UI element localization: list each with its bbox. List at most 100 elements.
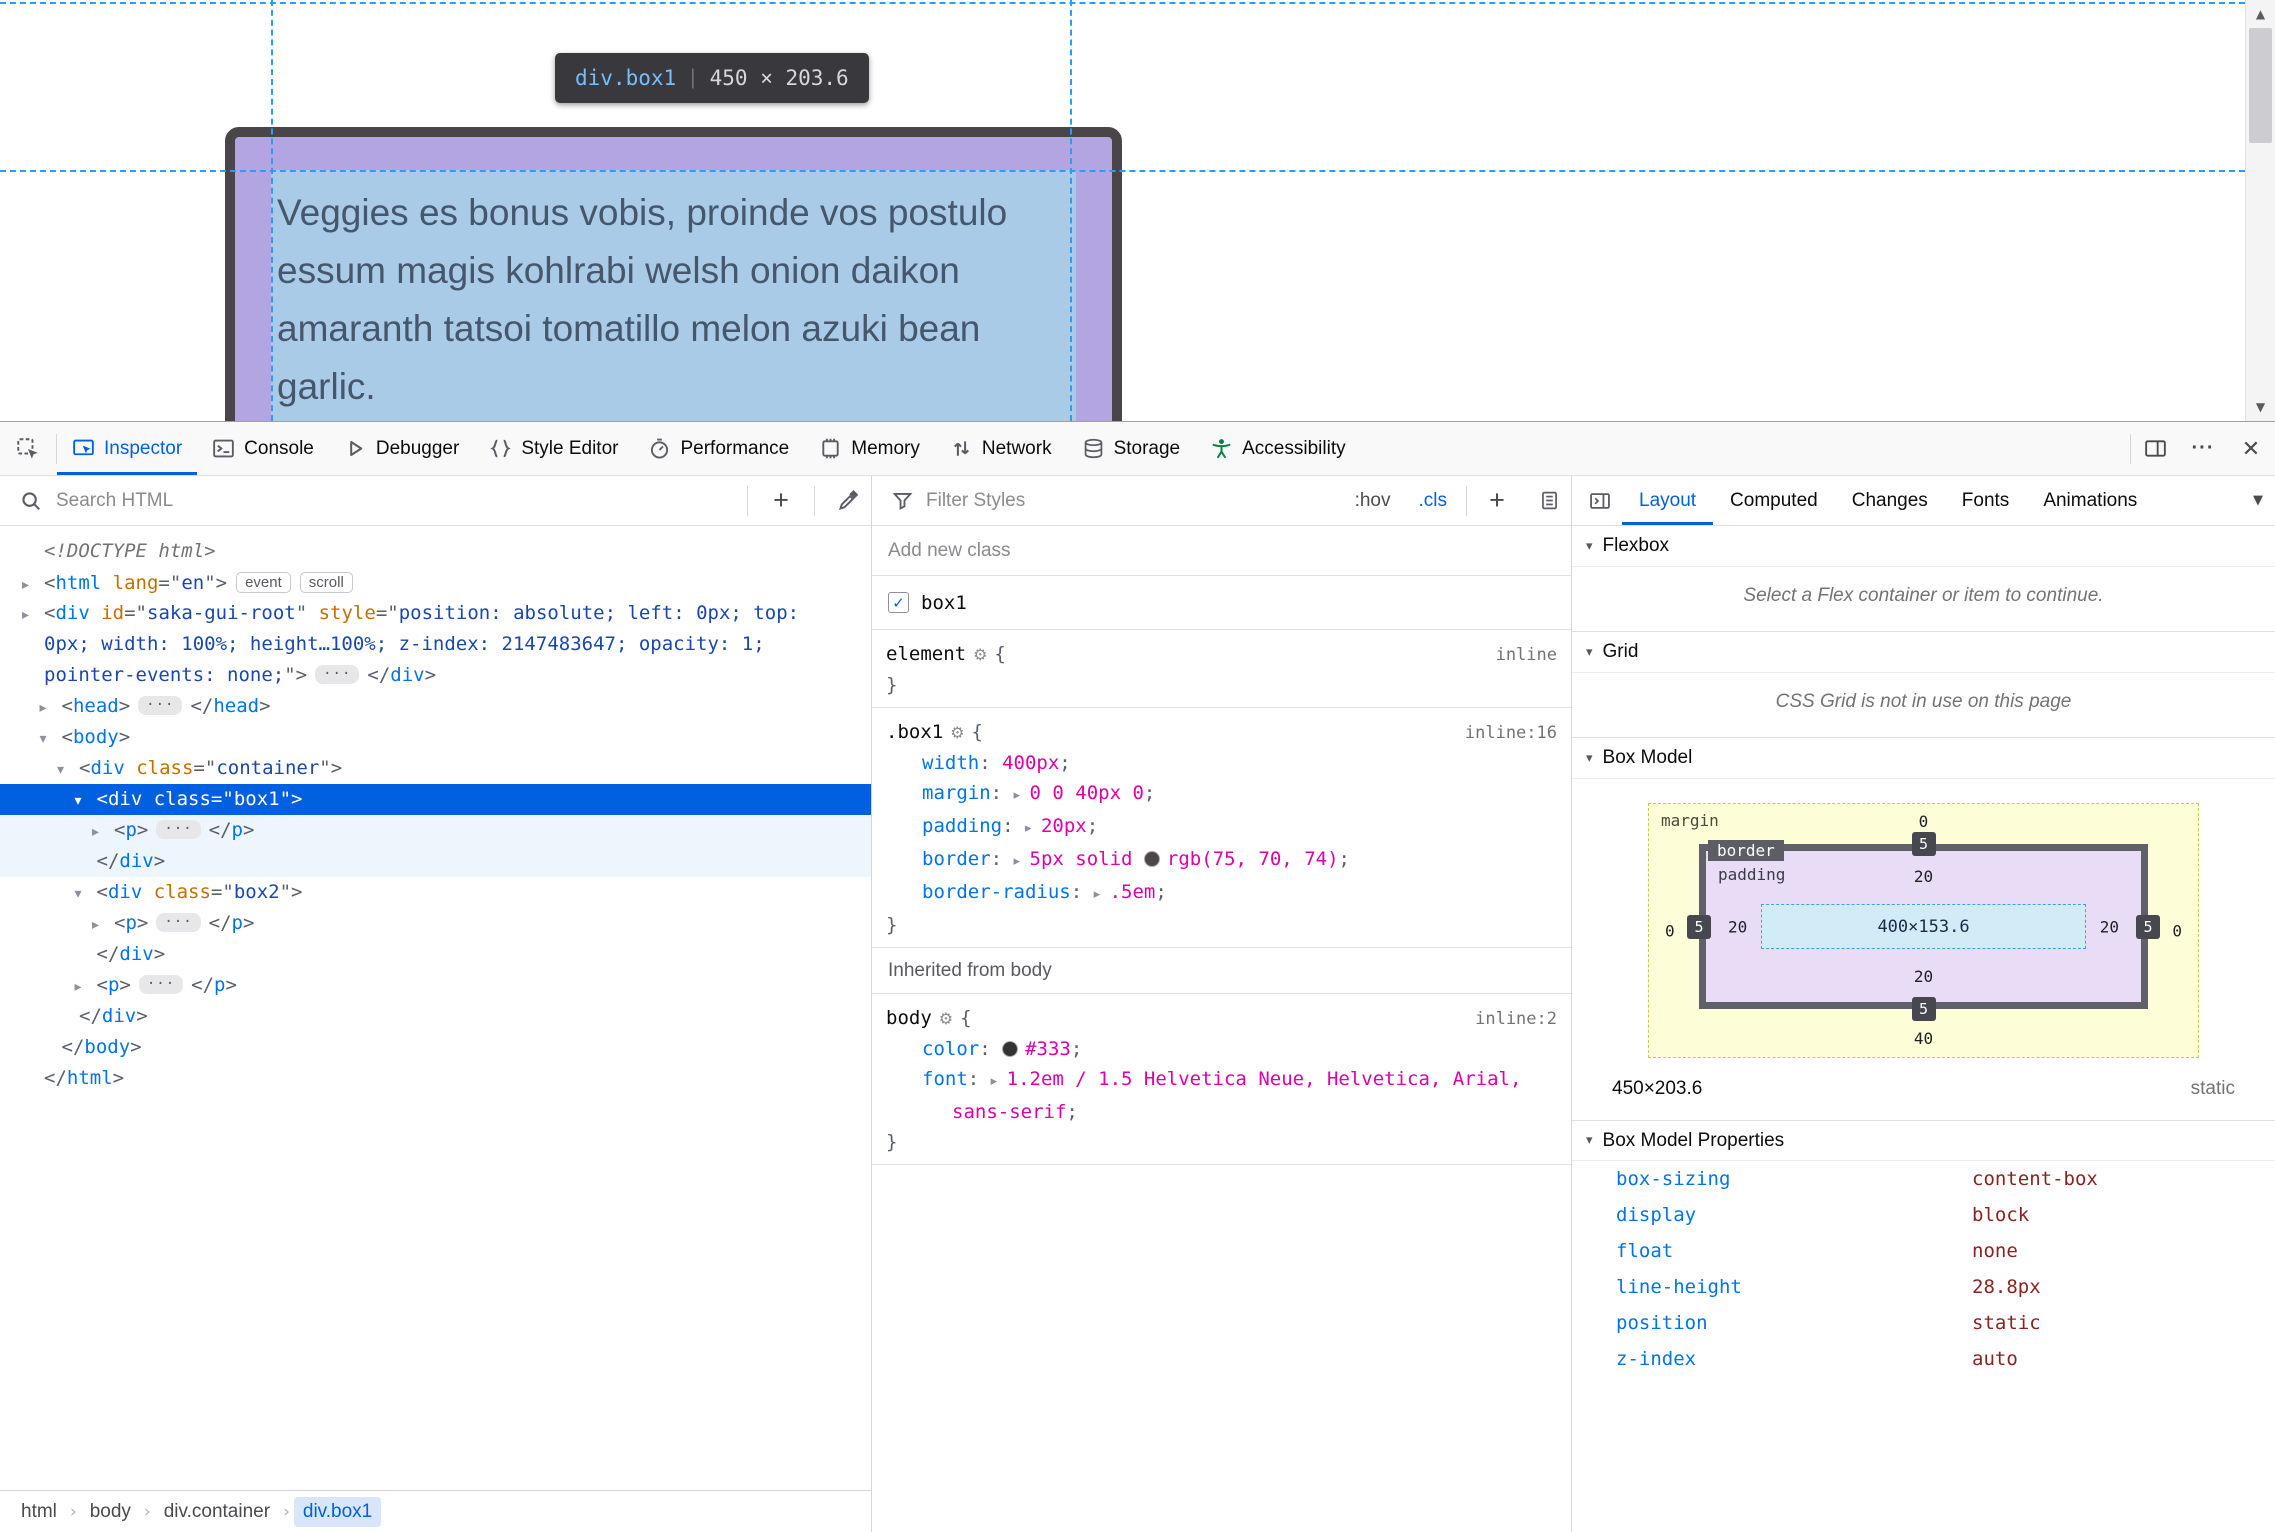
markup-node[interactable]: </div> <box>0 846 871 877</box>
css-declaration[interactable]: border-radius: ▸ .5em; <box>872 877 1571 910</box>
rule-selector[interactable]: body <box>886 1007 932 1029</box>
markup-node[interactable]: ▸ <p> ··· </p> <box>0 908 871 939</box>
markup-node[interactable]: ▾ <body> <box>0 722 871 753</box>
grid-section-header[interactable]: ▾ Grid <box>1572 632 2275 673</box>
markup-node[interactable]: pointer-events: none;"> ··· </div> <box>0 660 871 691</box>
markup-node[interactable]: ▸ <html lang="en"> event scroll <box>0 567 871 598</box>
expander-icon[interactable]: ▸ <box>1014 847 1030 877</box>
property-name[interactable]: font <box>922 1068 968 1090</box>
badge-event[interactable]: event <box>236 572 291 593</box>
print-simulation-icon[interactable] <box>1527 476 1571 525</box>
sidebar-tab-layout[interactable]: Layout <box>1622 476 1714 525</box>
more-options-icon[interactable]: ··· <box>2179 422 2227 475</box>
search-input[interactable] <box>56 489 737 512</box>
sidebar-tab-fonts[interactable]: Fonts <box>1945 476 2027 525</box>
sidebar-tab-computed[interactable]: Computed <box>1713 476 1835 525</box>
border-bottom-value[interactable]: 5 <box>1911 997 1936 1021</box>
css-declaration[interactable]: width: 400px; <box>872 748 1571 778</box>
filter-styles-input[interactable] <box>926 489 1336 512</box>
border-left-value[interactable]: 5 <box>1687 914 1711 939</box>
margin-right-value[interactable]: 0 <box>2172 921 2182 940</box>
breadcrumb-item-selected[interactable]: div.box1 <box>293 1496 382 1527</box>
gear-icon[interactable]: ⚙ <box>973 645 987 664</box>
twisty-icon[interactable]: ▸ <box>92 817 114 848</box>
rule-source-link[interactable]: inline <box>1496 640 1557 670</box>
twisty-icon[interactable]: ▸ <box>22 600 44 631</box>
margin-left-value[interactable]: 0 <box>1665 921 1675 940</box>
pick-element-button[interactable] <box>0 422 56 475</box>
css-declaration[interactable]: padding: ▸ 20px; <box>872 811 1571 844</box>
box-model-section-header[interactable]: ▾ Box Model <box>1572 738 2275 779</box>
ellipsis-expander[interactable]: ··· <box>138 696 183 715</box>
add-rule-button[interactable]: + <box>1477 476 1517 525</box>
border-top-value[interactable]: 5 <box>1911 832 1936 856</box>
markup-node[interactable]: 0px; width: 100%; height…100%; z-index: … <box>0 629 871 660</box>
property-name[interactable]: color <box>922 1038 979 1060</box>
dock-side-icon[interactable] <box>2131 422 2179 475</box>
border-right-value[interactable]: 5 <box>2136 914 2160 939</box>
all-tabs-icon[interactable]: ▼ <box>2241 476 2275 524</box>
tab-style-editor[interactable]: Style Editor <box>474 422 633 475</box>
scroll-up-icon[interactable]: ▲ <box>2246 0 2275 28</box>
ellipsis-expander[interactable]: ··· <box>156 820 201 839</box>
twisty-icon[interactable]: ▸ <box>40 693 62 724</box>
twisty-icon[interactable]: ▸ <box>22 570 44 601</box>
tab-console[interactable]: Console <box>197 422 329 475</box>
markup-node-selected[interactable]: ▾ <div class="box1"> <box>0 784 871 815</box>
badge-scroll[interactable]: scroll <box>299 572 353 593</box>
box-model-margin-box[interactable]: margin 0 40 0 0 border 5 5 5 5 padding 2… <box>1648 803 2199 1058</box>
expander-icon[interactable]: ▸ <box>1014 781 1030 811</box>
ellipsis-expander[interactable]: ··· <box>138 975 184 994</box>
tab-storage[interactable]: Storage <box>1067 422 1196 475</box>
markup-node[interactable]: ▾ <div class="box2"> <box>0 877 871 908</box>
padding-right-value[interactable]: 20 <box>2100 917 2119 936</box>
twisty-icon[interactable]: ▸ <box>75 972 97 1003</box>
box-model-border-box[interactable]: border 5 5 5 5 padding 20 20 20 20 400×1… <box>1687 832 2160 1021</box>
breadcrumb-item[interactable]: body <box>81 1497 140 1527</box>
markup-node[interactable]: </div> <box>0 939 871 970</box>
rule-source-link[interactable]: inline:16 <box>1465 718 1557 748</box>
tab-accessibility[interactable]: Accessibility <box>1195 422 1360 475</box>
eyedropper-icon[interactable] <box>825 476 871 525</box>
css-declaration[interactable]: margin: ▸ 0 0 40px 0; <box>872 778 1571 811</box>
twisty-icon[interactable]: ▾ <box>75 879 97 910</box>
css-declaration[interactable]: color: #333; <box>872 1034 1571 1064</box>
property-name[interactable]: width <box>922 752 979 774</box>
property-name[interactable]: padding <box>922 815 1002 837</box>
pseudo-class-button[interactable]: :hov <box>1346 490 1400 512</box>
tab-inspector[interactable]: Inspector <box>57 422 198 475</box>
padding-top-value[interactable]: 20 <box>1914 867 1933 886</box>
twisty-icon[interactable]: ▾ <box>75 786 97 817</box>
expander-icon[interactable]: ▸ <box>991 1067 1007 1097</box>
twisty-icon[interactable]: ▸ <box>92 910 114 941</box>
css-declaration[interactable]: font: ▸ 1.2em / 1.5 Helvetica Neue, Helve… <box>872 1064 1571 1097</box>
scrollbar-thumb[interactable] <box>2249 28 2272 143</box>
property-name[interactable]: border <box>922 848 991 870</box>
expander-icon[interactable]: ▸ <box>1094 880 1110 910</box>
property-name[interactable]: border-radius <box>922 881 1071 903</box>
box-model-content-box[interactable]: 400×153.6 <box>1761 904 2086 949</box>
markup-node[interactable]: ▸ <p> ··· </p> <box>0 970 871 1001</box>
close-icon[interactable]: ✕ <box>2227 422 2275 475</box>
markup-node[interactable]: ▸ <div id="saka-gui-root" style="position… <box>0 598 871 629</box>
css-declaration[interactable]: border: ▸ 5px solid rgb(75, 70, 74); <box>872 844 1571 877</box>
expander-icon[interactable]: ▸ <box>1025 814 1041 844</box>
flexbox-section-header[interactable]: ▾ Flexbox <box>1572 526 2275 567</box>
tab-debugger[interactable]: Debugger <box>329 422 474 475</box>
markup-node[interactable]: ▾ <div class="container"> <box>0 753 871 784</box>
markup-node[interactable]: ▸ <head> ··· </head> <box>0 691 871 722</box>
margin-top-value[interactable]: 0 <box>1919 812 1929 831</box>
box-model-properties-header[interactable]: ▾ Box Model Properties <box>1572 1120 2275 1161</box>
ellipsis-expander[interactable]: ··· <box>156 913 201 932</box>
breadcrumb-item[interactable]: div.container <box>155 1497 279 1527</box>
margin-bottom-value[interactable]: 40 <box>1914 1029 1933 1048</box>
scroll-down-icon[interactable]: ▼ <box>2246 393 2275 421</box>
gear-icon[interactable]: ⚙ <box>939 1009 953 1028</box>
markup-node[interactable]: ▸ <p> ··· </p> <box>0 815 871 846</box>
gear-icon[interactable]: ⚙ <box>950 723 964 742</box>
property-name[interactable]: margin <box>922 782 991 804</box>
class-checkbox[interactable]: ✓ <box>888 592 909 613</box>
breadcrumb-item[interactable]: html <box>12 1497 66 1527</box>
class-panel-button[interactable]: .cls <box>1410 490 1457 512</box>
markup-node[interactable]: </body> <box>0 1032 871 1063</box>
